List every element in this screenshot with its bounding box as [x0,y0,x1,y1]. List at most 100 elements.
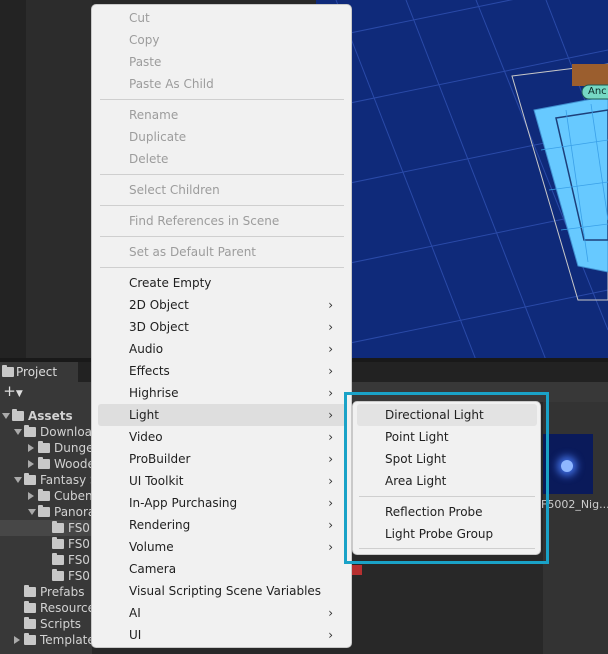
menu-item-label: Paste [129,55,162,69]
submenu-separator [359,496,535,497]
menu-item-light[interactable]: Light › [98,404,346,426]
menu-item-create-empty[interactable]: Create Empty [98,272,346,294]
menu-item-delete: Delete [98,148,346,170]
menu-item-label: Effects [129,364,170,378]
menu-item-audio[interactable]: Audio › [98,338,346,360]
menu-item-label: Visual Scripting Scene Variables [129,584,322,598]
menu-item-select-children: Select Children [98,179,346,201]
expand-arrow-icon[interactable] [14,429,22,435]
folder-icon [38,489,50,501]
folder-icon [38,441,50,453]
submenu-item-reflection-probe[interactable]: Reflection Probe [357,501,537,523]
submenu-item-label: Light Probe Group [385,527,494,541]
chevron-right-icon: › [328,298,333,312]
collapse-arrow-icon[interactable] [28,492,34,500]
folder-icon [24,585,36,597]
chevron-right-icon: › [328,452,333,466]
menu-item-video[interactable]: Video › [98,426,346,448]
menu-separator [100,99,344,100]
menu-item-label: Video [129,430,163,444]
folder-icon [52,553,64,565]
tree-item[interactable]: Cuben [0,488,92,504]
menu-item-label: AI [129,606,141,620]
project-tab[interactable]: Project [0,362,78,382]
chevron-right-icon: › [328,342,333,356]
tree-item[interactable]: Panora [0,504,92,520]
folder-icon [2,365,14,377]
menu-item-ai[interactable]: AI › [98,602,346,624]
menu-item-set-as-default-parent: Set as Default Parent [98,241,346,263]
submenu-item-directional-light[interactable]: Directional Light [357,404,537,426]
tree-item[interactable]: Fantasy S [0,472,92,488]
menu-item-label: Copy [129,33,160,47]
tree-item[interactable]: Downloa [0,424,92,440]
folder-icon [52,521,64,533]
expand-arrow-icon[interactable] [28,509,36,515]
submenu-item-light-probe-group[interactable]: Light Probe Group [357,523,537,545]
menu-item-in-app-purchasing[interactable]: In-App Purchasing › [98,492,346,514]
tree-item[interactable]: Woode [0,456,92,472]
menu-item-probuilder[interactable]: ProBuilder › [98,448,346,470]
menu-item-3d-object[interactable]: 3D Object › [98,316,346,338]
menu-item-rendering[interactable]: Rendering › [98,514,346,536]
menu-item-label: Rename [129,108,179,122]
menu-item-camera[interactable]: Camera [98,558,346,580]
tree-item[interactable]: Dunge [0,440,92,456]
add-button[interactable]: +▼ [0,382,26,403]
tree-item[interactable]: FS0 [0,520,92,536]
menu-item-label: 2D Object [129,298,189,312]
chevron-right-icon: › [328,386,333,400]
tree-item-label: Scripts [40,617,82,631]
menu-item-2d-object[interactable]: 2D Object › [98,294,346,316]
submenu-item-area-light[interactable]: Area Light [357,470,537,492]
folder-icon [24,601,36,613]
tree-item-label: Cuben [54,489,92,503]
collapse-arrow-icon[interactable] [14,636,20,644]
menu-item-label: Duplicate [129,130,187,144]
light-submenu: Directional Light Point Light Spot Light Ar… [352,401,541,555]
submenu-item-point-light[interactable]: Point Light [357,426,537,448]
menu-separator [100,267,344,268]
tree-item-label: FS0 [68,537,90,551]
tree-item[interactable]: FS0 [0,568,92,584]
tree-item[interactable]: FS0 [0,536,92,552]
folder-icon [12,409,24,421]
tree-item[interactable]: Resource [0,600,92,616]
collapse-arrow-icon[interactable] [28,444,34,452]
collapse-arrow-icon[interactable] [28,460,34,468]
menu-item-volume[interactable]: Volume › [98,536,346,558]
chevron-right-icon: › [328,496,333,510]
expand-arrow-icon[interactable] [14,477,22,483]
chevron-right-icon: › [328,518,333,532]
chevron-right-icon: › [328,430,333,444]
menu-item-visual-scripting-scene-variables[interactable]: Visual Scripting Scene Variables [98,580,346,602]
context-menu: Cut Copy Paste Paste As Child Rename Duplicat… [91,4,352,648]
menu-item-ui[interactable]: UI › [98,624,346,646]
tree-item[interactable]: Prefabs [0,584,92,600]
menu-item-duplicate: Duplicate [98,126,346,148]
menu-item-label: Volume [129,540,174,554]
chevron-right-icon: › [328,606,333,620]
tree-item[interactable]: Assets [0,408,92,424]
menu-item-label: Light [129,408,159,422]
tree-item[interactable]: Template [0,632,92,648]
menu-item-find-references-in-scene: Find References in Scene [98,210,346,232]
menu-item-effects[interactable]: Effects › [98,360,346,382]
scene-view[interactable]: Anc [316,0,608,360]
submenu-item-spot-light[interactable]: Spot Light [357,448,537,470]
chevron-right-icon: › [328,408,333,422]
menu-item-label: Camera [129,562,177,576]
expand-arrow-icon[interactable] [2,413,10,419]
tree-item-label: Woode [54,457,92,471]
menu-item-label: UI [129,628,142,642]
menu-item-label: Create Empty [129,276,212,290]
tree-item[interactable]: Scripts [0,616,92,632]
menu-item-highrise[interactable]: Highrise › [98,382,346,404]
tree-item[interactable]: FS0 [0,552,92,568]
menu-item-label: UI Toolkit [129,474,184,488]
tree-item-label: Prefabs [40,585,85,599]
menu-item-ui-toolkit[interactable]: UI Toolkit › [98,470,346,492]
asset-thumbnail[interactable] [543,434,593,494]
tree-item-label: FS0 [68,553,90,567]
menu-item-label: Delete [129,152,169,166]
